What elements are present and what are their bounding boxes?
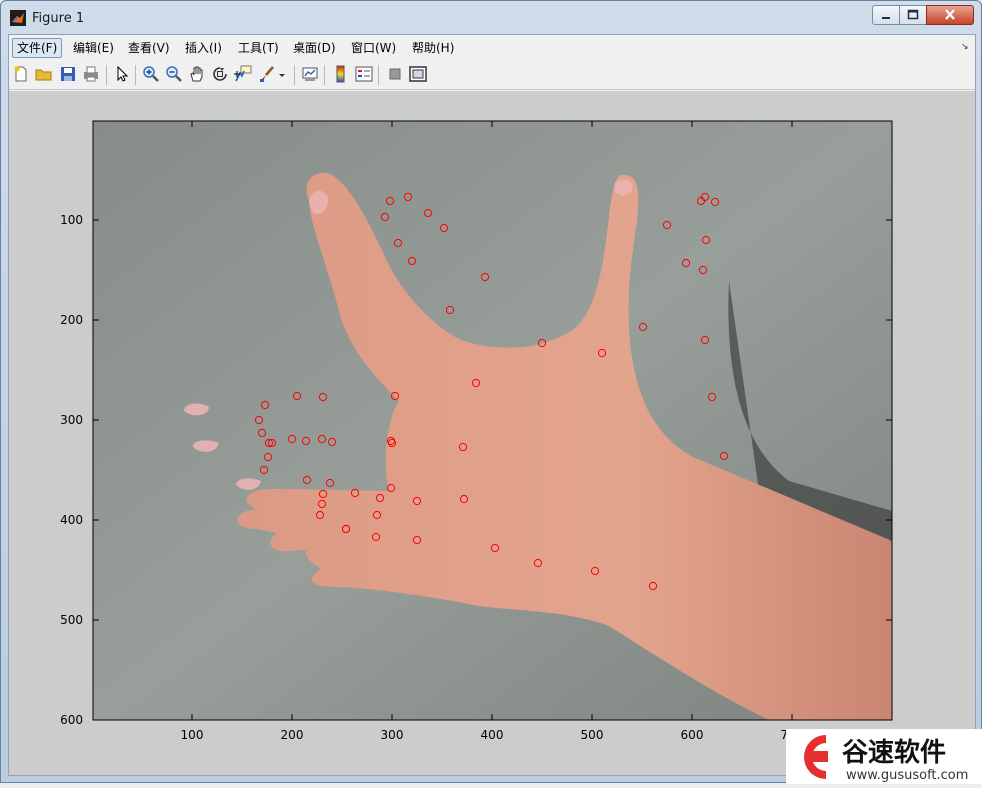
x-tick-label: 400 [481, 728, 504, 742]
legend-icon[interactable] [355, 65, 373, 83]
x-tick-label: 100 [181, 728, 204, 742]
title-bar[interactable]: Figure 1 [1, 1, 981, 35]
link-plot-icon[interactable] [301, 65, 319, 83]
new-figure-icon[interactable] [12, 65, 30, 83]
y-tick-label: 300 [60, 413, 83, 427]
dock-arrow-icon[interactable]: ↘ [961, 42, 969, 52]
hand-photograph [93, 121, 892, 720]
y-tick-label: 100 [60, 213, 83, 227]
toolbar-separator [324, 65, 325, 85]
close-icon [945, 9, 955, 20]
figure-canvas[interactable]: 100200300400500600700100200300400500600 [9, 91, 975, 775]
y-tick-label: 500 [60, 613, 83, 627]
show-plot-tools-icon[interactable] [409, 65, 427, 83]
maximize-icon [907, 9, 919, 20]
zoom-out-icon[interactable] [165, 65, 183, 83]
svg-text:谷速软件: 谷速软件 [842, 738, 946, 768]
y-tick-label: 200 [60, 313, 83, 327]
x-tick-label: 600 [681, 728, 704, 742]
toolbar-separator [135, 65, 136, 85]
edit-plot-arrow-icon[interactable] [113, 65, 131, 83]
pan-hand-icon[interactable] [188, 65, 206, 83]
figure-window: Figure 1 文件(F) 编辑(E) 查看(V) 插入(I) 工具(T) 桌… [0, 0, 982, 784]
brush-dropdown-icon[interactable] [278, 65, 286, 83]
print-icon[interactable] [82, 65, 100, 83]
toolbar-separator [106, 65, 107, 85]
zoom-in-icon[interactable] [142, 65, 160, 83]
rotate-3d-icon[interactable] [211, 65, 229, 83]
y-tick-label: 400 [60, 513, 83, 527]
figure-toolbar [9, 60, 975, 90]
hide-plot-tools-icon[interactable] [386, 65, 404, 83]
axes-plot[interactable]: 100200300400500600700100200300400500600 [9, 91, 975, 775]
menu-edit[interactable]: 编辑(E) [68, 38, 119, 58]
menu-bar: 文件(F) 编辑(E) 查看(V) 插入(I) 工具(T) 桌面(D) 窗口(W… [9, 35, 975, 60]
save-icon[interactable] [59, 65, 77, 83]
data-cursor-icon[interactable] [234, 65, 252, 83]
menu-tools[interactable]: 工具(T) [233, 38, 284, 58]
y-tick-label: 600 [60, 713, 83, 727]
minimize-button[interactable] [872, 5, 900, 25]
close-button[interactable] [926, 5, 974, 25]
toolbar-separator [378, 65, 379, 85]
toolbar-separator [294, 65, 295, 85]
menu-insert[interactable]: 插入(I) [180, 38, 227, 58]
window-title: Figure 1 [32, 11, 85, 26]
x-tick-label: 500 [581, 728, 604, 742]
menu-view[interactable]: 查看(V) [123, 38, 175, 58]
open-file-icon[interactable] [35, 65, 53, 83]
menu-window[interactable]: 窗口(W) [346, 38, 401, 58]
x-tick-label: 200 [281, 728, 304, 742]
menu-help[interactable]: 帮助(H) [407, 38, 459, 58]
brush-icon[interactable] [258, 65, 276, 83]
gusu-watermark-logo: 谷速软件 www.gususoft.com [786, 729, 982, 784]
gusu-logo-icon: 谷速软件 www.gususoft.com [804, 735, 968, 783]
minimize-icon [882, 17, 890, 19]
maximize-button[interactable] [899, 5, 927, 25]
menu-desktop[interactable]: 桌面(D) [288, 38, 341, 58]
svg-text:www.gususoft.com: www.gususoft.com [846, 768, 968, 783]
figure-client-area: 文件(F) 编辑(E) 查看(V) 插入(I) 工具(T) 桌面(D) 窗口(W… [8, 34, 976, 776]
menu-file[interactable]: 文件(F) [12, 38, 63, 58]
matlab-logo-icon [10, 10, 26, 26]
x-tick-label: 300 [381, 728, 404, 742]
colorbar-icon[interactable] [332, 65, 350, 83]
